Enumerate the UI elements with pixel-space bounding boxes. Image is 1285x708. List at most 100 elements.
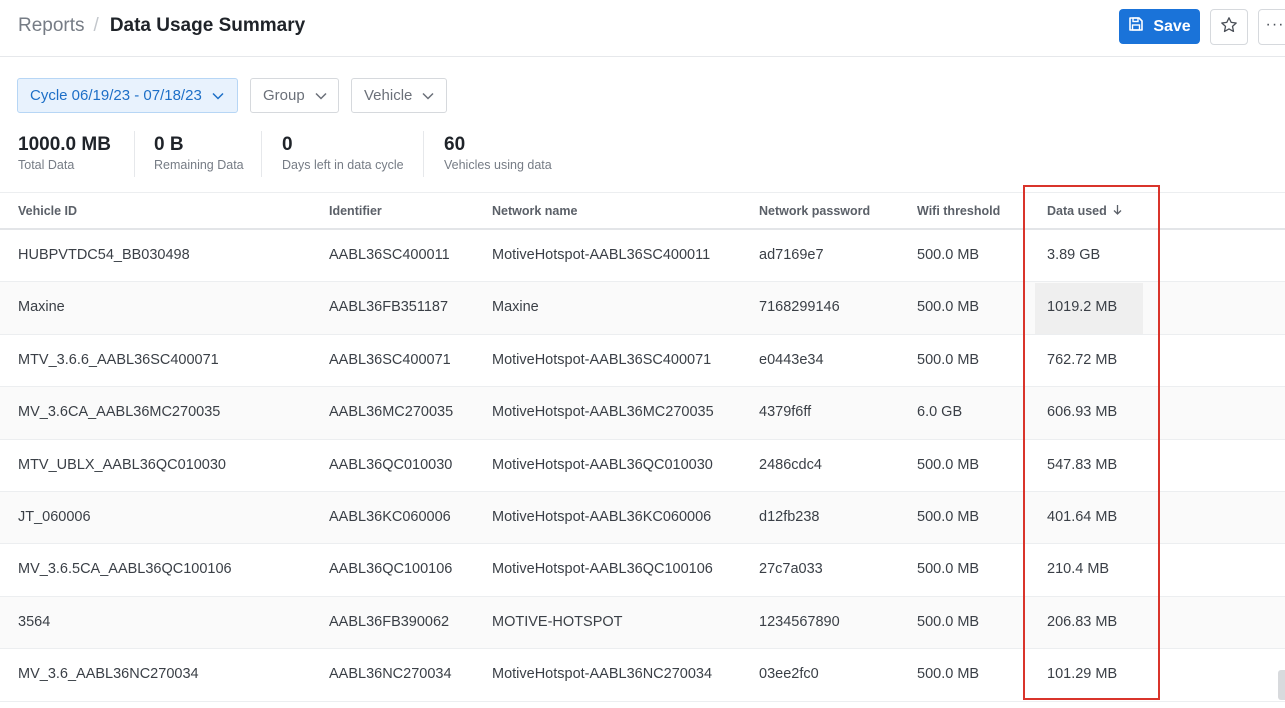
chevron-down-icon [212,92,224,100]
stat-value: 1000.0 MB [18,134,111,155]
cell-network-name: MotiveHotspot-AABL36SC400011 [492,247,711,263]
column-header-data-used[interactable]: Data used [1047,204,1122,218]
column-header-data-used-label: Data used [1047,204,1107,218]
breadcrumb-reports-link[interactable]: Reports [18,15,85,37]
cell-network-password: 1234567890 [759,613,840,630]
cell-data-used: 547.83 MB [1047,456,1118,473]
stat-value: 0 B [154,134,184,155]
cell-data-used: 101.29 MB [1047,666,1118,683]
cell-vehicle-id: MV_3.6CA_AABL36MC270035 [18,404,221,421]
cell-identifier: AABL36FB351187 [329,299,449,316]
stat-total-data: 1000.0 MB Total Data [18,133,111,172]
cell-network-name: Maxine [492,299,539,316]
stat-days-left: 0 Days left in data cycle [282,133,404,172]
cell-vehicle-id: 3564 [18,613,51,630]
table-row[interactable]: HUBPVTDC54_BB030498 AABL36SC400011 MotiveH… [0,230,1285,283]
cell-vehicle-id: MV_3.6.5CA_AABL36QC100106 [18,561,232,578]
table-row[interactable]: 3564 AABL36FB390062 MOTIVE-HOTSPOT 12345678… [0,596,1285,650]
cell-identifier: AABL36SC400011 [329,247,450,263]
more-options-button[interactable]: ··· [1258,9,1285,45]
cell-network-name: MotiveHotspot-AABL36QC100106 [492,561,713,578]
vehicle-filter-label: Vehicle [364,87,413,104]
stat-divider [423,131,424,177]
column-header-vehicle-id[interactable]: Vehicle ID [18,204,77,218]
table-row[interactable]: MTV_UBLX_AABL36QC010030 AABL36QC010030 Mot… [0,440,1285,492]
ellipsis-icon: ··· [1265,15,1285,33]
cell-wifi-threshold: 500.0 MB [917,299,980,316]
cell-wifi-threshold: 500.0 MB [917,247,980,263]
cell-network-password: 7168299146 [759,299,840,316]
page-title: Data Usage Summary [109,15,306,36]
stat-label: Total Data [18,158,75,172]
cell-data-used: 401.64 MB [1047,509,1118,525]
group-filter-dropdown[interactable]: Group [250,78,339,113]
cell-wifi-threshold: 6.0 GB [917,404,963,421]
vehicle-filter-dropdown[interactable]: Vehicle [351,78,447,113]
cell-network-password: ad7169e7 [759,247,824,263]
cycle-filter-label: Cycle 06/19/23 - 07/18/23 [30,87,202,104]
arrow-down-icon [1113,204,1122,218]
cell-wifi-threshold: 500.0 MB [917,666,980,683]
floppy-disk-icon [1128,16,1144,37]
column-header-network-password[interactable]: Network password [759,204,870,218]
cell-wifi-threshold: 500.0 MB [917,613,980,630]
cell-identifier: AABL36KC060006 [329,509,451,525]
table-row[interactable]: MV_3.6_AABL36NC270034 AABL36NC270034 Motiv… [0,649,1285,702]
cell-vehicle-id: MTV_UBLX_AABL36QC010030 [18,456,226,473]
page-header: Reports / Data Usage Summary Save ··· [0,0,1285,57]
cell-identifier: AABL36SC400071 [329,351,451,368]
stat-label: Remaining Data [154,158,244,172]
star-icon [1220,16,1238,39]
table-row[interactable]: MV_3.6CA_AABL36MC270035 AABL36MC270035 Mot… [0,387,1285,440]
group-filter-label: Group [263,87,305,104]
cell-vehicle-id: Maxine [18,299,65,316]
stat-divider [134,131,135,177]
column-header-network-name[interactable]: Network name [492,204,577,218]
cell-data-used: 1019.2 MB [1047,299,1118,316]
cell-network-name: MotiveHotspot-AABL36SC400071 [492,351,712,368]
cell-data-used: 606.93 MB [1047,404,1118,421]
cell-network-password: d12fb238 [759,509,820,525]
cell-data-used: 762.72 MB [1047,351,1118,368]
cell-data-used: 210.4 MB [1047,561,1110,578]
breadcrumb-separator: / [93,15,99,36]
cell-network-password: 2486cdc4 [759,456,822,473]
favorite-button[interactable] [1210,9,1248,45]
cell-network-name: MOTIVE-HOTSPOT [492,613,623,630]
stat-vehicles-using-data: 60 Vehicles using data [444,133,552,172]
table-row[interactable]: Maxine AABL36FB351187 Maxine 7168299146 500.… [0,282,1285,335]
cycle-filter-dropdown[interactable]: Cycle 06/19/23 - 07/18/23 [17,78,238,113]
cell-network-name: MotiveHotspot-AABL36QC010030 [492,456,713,473]
cell-identifier: AABL36FB390062 [329,613,450,630]
cell-data-used: 3.89 GB [1047,247,1101,263]
cell-identifier: AABL36QC100106 [329,561,453,578]
cell-wifi-threshold: 500.0 MB [917,509,980,525]
breadcrumb: Reports / Data Usage Summary [18,15,305,37]
cell-network-name: MotiveHotspot-AABL36NC270034 [492,666,713,683]
table-row[interactable]: MV_3.6.5CA_AABL36QC100106 AABL36QC100106 M… [0,544,1285,597]
cell-identifier: AABL36MC270035 [329,404,454,421]
cell-vehicle-id: HUBPVTDC54_BB030498 [18,247,190,263]
cell-wifi-threshold: 500.0 MB [917,561,980,578]
stat-label: Vehicles using data [444,158,552,172]
stat-label: Days left in data cycle [282,158,404,172]
stat-divider [261,131,262,177]
cell-network-password: e0443e34 [759,351,824,368]
cell-vehicle-id: MTV_3.6.6_AABL36SC400071 [18,351,219,368]
stat-value: 0 [282,134,293,155]
chevron-down-icon [422,92,434,100]
cell-wifi-threshold: 500.0 MB [917,456,980,473]
table-row[interactable]: MTV_3.6.6_AABL36SC400071 AABL36SC400071 Mo… [0,335,1285,388]
cell-vehicle-id: MV_3.6_AABL36NC270034 [18,666,199,683]
cell-network-name: MotiveHotspot-AABL36MC270035 [492,404,714,421]
cell-wifi-threshold: 500.0 MB [917,351,980,368]
scrollbar-thumb[interactable] [1278,670,1285,700]
column-header-identifier[interactable]: Identifier [329,204,382,218]
cell-network-password: 4379f6ff [759,404,812,421]
cell-network-name: MotiveHotspot-AABL36KC060006 [492,509,712,525]
column-header-wifi-threshold[interactable]: Wifi threshold [917,204,1000,218]
cell-data-used: 206.83 MB [1047,613,1118,630]
save-button[interactable]: Save [1119,9,1200,44]
table-row[interactable]: JT_060006 AABL36KC060006 MotiveHotspot-AAB… [0,492,1285,545]
chevron-down-icon [315,92,327,100]
